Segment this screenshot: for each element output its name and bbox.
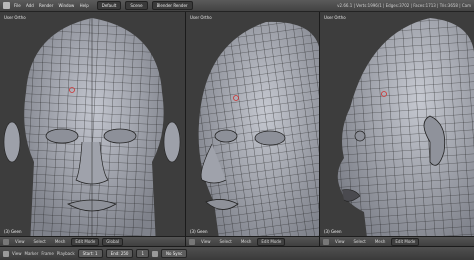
editor-type-icon[interactable] xyxy=(3,2,10,9)
timeline-marker-menu[interactable]: Marker xyxy=(25,251,39,256)
viewport-front[interactable]: User Ortho (3) Geen View Select Mesh Edi… xyxy=(0,12,186,246)
menu-add[interactable]: Add xyxy=(26,3,34,8)
end-frame-field[interactable]: End: 250 xyxy=(105,249,134,258)
head-mesh-front xyxy=(3,18,181,246)
mesh-menu[interactable]: Mesh xyxy=(372,238,389,245)
view-label: User Ortho xyxy=(190,15,212,20)
current-frame-field[interactable]: 1 xyxy=(136,249,149,258)
head-mesh-three-quarter xyxy=(198,21,319,246)
object-label: (3) Geen xyxy=(4,229,22,234)
timeline-playback-menu[interactable]: Playback xyxy=(57,251,75,256)
select-menu[interactable]: Select xyxy=(31,238,49,245)
timeline-frame-menu[interactable]: Frame xyxy=(41,251,53,256)
select-menu[interactable]: Select xyxy=(351,238,369,245)
view-menu[interactable]: View xyxy=(332,238,348,245)
mode-selector[interactable]: Edit Mode xyxy=(71,237,100,246)
viewport-side[interactable]: User Ortho (3) Geen View Select Mesh Edi… xyxy=(320,12,474,246)
mode-selector[interactable]: Edit Mode xyxy=(391,237,420,246)
view-label: User Ortho xyxy=(4,15,26,20)
scene-stats: v2.66.1 | Verts:1996/1 | Edges:3702 | Fa… xyxy=(337,3,471,8)
timeline-header: View Marker Frame Playback Start: 1 End:… xyxy=(0,246,474,260)
editor-type-icon[interactable] xyxy=(3,238,9,245)
view-menu[interactable]: View xyxy=(12,238,28,245)
menu-render[interactable]: Render xyxy=(39,3,53,8)
menu-help[interactable]: Help xyxy=(80,3,89,8)
head-mesh-side xyxy=(337,18,474,246)
editor-type-icon[interactable] xyxy=(3,250,9,257)
menu-window[interactable]: Window xyxy=(59,3,75,8)
render-engine-selector[interactable]: Blender Render xyxy=(151,1,193,10)
mode-selector[interactable]: Edit Mode xyxy=(257,237,286,246)
sync-mode-selector[interactable]: No Sync xyxy=(161,249,188,258)
viewport-header: View Select Mesh Edit Mode xyxy=(320,236,474,246)
menu-file[interactable]: File xyxy=(14,3,21,8)
editor-type-icon[interactable] xyxy=(323,238,329,245)
editor-type-icon[interactable] xyxy=(189,238,195,245)
mesh-menu[interactable]: Mesh xyxy=(52,238,69,245)
play-icon[interactable] xyxy=(152,250,158,257)
layout-selector[interactable]: Default xyxy=(96,1,122,10)
viewport-three-quarter[interactable]: User Ortho (3) Geen View Select Mesh Edi… xyxy=(186,12,320,246)
object-label: (3) Geen xyxy=(190,229,208,234)
start-frame-field[interactable]: Start: 1 xyxy=(77,249,103,258)
info-header: File Add Render Window Help Default Scen… xyxy=(0,0,474,12)
object-label: (3) Geen xyxy=(324,229,342,234)
viewport-header: View Select Mesh Edit Mode xyxy=(186,236,319,246)
select-menu[interactable]: Select xyxy=(217,238,235,245)
main-menu: File Add Render Window Help xyxy=(14,3,93,8)
transform-orientation[interactable]: Global xyxy=(102,237,124,246)
view-menu[interactable]: View xyxy=(198,238,214,245)
timeline-view-menu[interactable]: View xyxy=(12,251,22,256)
view-label: User Ortho xyxy=(324,15,346,20)
viewport-header: View Select Mesh Edit Mode Global xyxy=(0,236,185,246)
scene-selector[interactable]: Scene xyxy=(125,1,148,10)
mesh-menu[interactable]: Mesh xyxy=(238,238,255,245)
